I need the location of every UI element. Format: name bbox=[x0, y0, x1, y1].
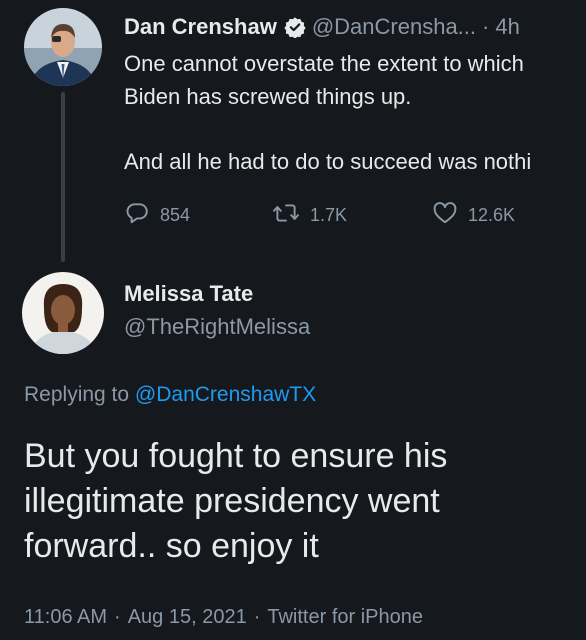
tweet-text-line bbox=[124, 113, 586, 145]
header-separator: · bbox=[482, 14, 490, 39]
avatar-melissa-tate[interactable] bbox=[22, 272, 104, 354]
thread-connector-line bbox=[61, 92, 65, 262]
tweet-time[interactable]: 4h bbox=[495, 14, 519, 40]
retweet-count: 1.7K bbox=[310, 204, 348, 225]
tweet-date[interactable]: Aug 15, 2021 bbox=[128, 606, 247, 628]
tweet-source: Twitter for iPhone bbox=[267, 606, 423, 628]
reply-tweet-text: But you fought to ensure his illegitimat… bbox=[24, 434, 564, 569]
author-handle[interactable]: @DanCrensha... bbox=[312, 14, 476, 40]
tweet-header: Dan Crenshaw @DanCrensha... · 4h bbox=[124, 10, 520, 44]
retweet-icon bbox=[272, 200, 310, 231]
replying-to-line: Replying to @DanCrenshawTX bbox=[24, 383, 316, 407]
like-button[interactable]: 12.6K bbox=[432, 200, 515, 230]
tweet-timestamp[interactable]: 11:06 AM bbox=[24, 606, 107, 628]
reply-button[interactable]: 854 bbox=[124, 200, 190, 230]
avatar-dan-crenshaw[interactable] bbox=[24, 8, 102, 86]
meta-separator: · bbox=[253, 606, 261, 628]
tweet-text-line: One cannot overstate the extent to which bbox=[124, 51, 524, 76]
tweet-text-line: And all he had to do to succeed was noth… bbox=[124, 149, 532, 174]
meta-separator: · bbox=[114, 606, 121, 628]
reply-text-line: illegitimate presidency went bbox=[24, 482, 440, 520]
reply-count: 854 bbox=[160, 204, 191, 225]
reply-author-name[interactable]: Melissa Tate bbox=[124, 281, 253, 307]
reply-author-handle[interactable]: @TheRightMelissa bbox=[124, 314, 310, 340]
verified-badge-icon bbox=[284, 16, 306, 38]
author-name[interactable]: Dan Crenshaw bbox=[124, 14, 277, 40]
tweet-metadata: 11:06 AM · Aug 15, 2021 · Twitter for iPhone bbox=[24, 606, 423, 629]
replying-prefix: Replying to bbox=[24, 383, 130, 406]
like-count: 12.6K bbox=[468, 204, 516, 225]
replying-to-mention-link[interactable]: @DanCrenshawTX bbox=[135, 383, 316, 406]
retweet-button[interactable]: 1.7K bbox=[272, 200, 347, 230]
tweet-text: One cannot overstate the extent to which… bbox=[124, 47, 586, 178]
heart-icon bbox=[432, 200, 468, 231]
reply-text-line: forward.. so enjoy it bbox=[24, 527, 319, 565]
reply-text-line: But you fought to ensure his bbox=[24, 437, 448, 475]
tweet-text-line: Biden has screwed things up. bbox=[124, 84, 412, 109]
reply-bubble-icon bbox=[124, 200, 160, 231]
